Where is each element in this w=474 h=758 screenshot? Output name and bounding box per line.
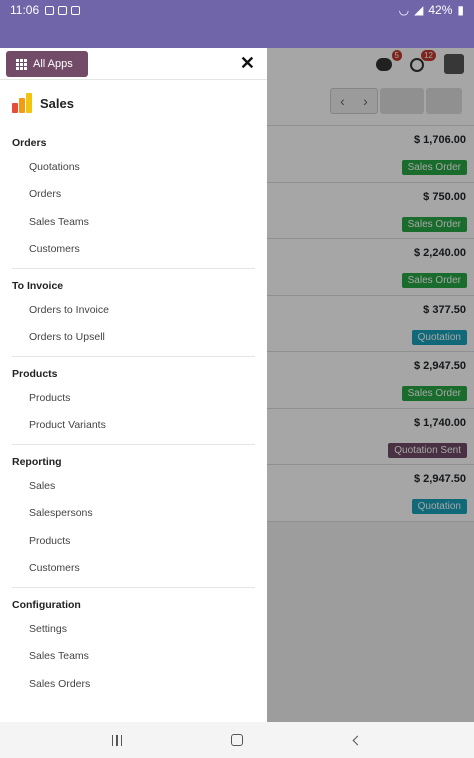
notification-icons	[45, 5, 81, 15]
section-title: To Invoice	[12, 280, 64, 292]
app-header: Sales	[0, 80, 267, 126]
menu-section: Orders Quotations Orders Sales Teams Custome…	[12, 126, 255, 269]
signal-icon: ◢	[414, 3, 424, 17]
section-title: Orders	[12, 137, 47, 149]
home-icon	[231, 734, 243, 746]
sales-app-icon	[12, 93, 32, 113]
all-apps-button[interactable]: All Apps	[6, 51, 88, 77]
menu-section: Configuration Settings Sales Teams Sales Or…	[12, 588, 255, 703]
section-title: Configuration	[12, 599, 81, 611]
all-apps-label: All Apps	[33, 58, 73, 70]
menu-section: Reporting Sales Salespersons Products Custom…	[12, 445, 255, 588]
menu-item[interactable]: Customers	[12, 236, 255, 264]
system-nav-bar	[0, 722, 474, 758]
status-right: ◡ ◢ 42% ▮	[399, 3, 464, 17]
home-button[interactable]	[222, 730, 252, 750]
menu-item[interactable]: Sales Orders	[12, 670, 255, 698]
back-button[interactable]	[342, 730, 372, 750]
menu-item[interactable]: Salespersons	[12, 500, 255, 528]
menu-item[interactable]: Settings	[12, 615, 255, 643]
menu-item[interactable]: Orders	[12, 181, 255, 209]
app-top-bar	[0, 20, 474, 48]
menu-item[interactable]: Products	[12, 527, 255, 555]
back-icon	[352, 735, 362, 745]
drawer-header: All Apps ✕	[0, 48, 267, 80]
menu-item[interactable]: Product Variants	[12, 412, 255, 440]
status-time: 11:06	[10, 3, 40, 17]
wifi-icon: ◡	[398, 3, 410, 17]
app-menu-drawer: All Apps ✕ Sales Orders Quotations Orders S…	[0, 48, 267, 722]
menu-item[interactable]: Sales	[12, 472, 255, 500]
menu-item[interactable]: Orders to Invoice	[12, 296, 255, 324]
menu-item[interactable]: Sales Teams	[12, 643, 255, 671]
app-name: Sales	[40, 95, 74, 111]
grid-icon	[16, 58, 27, 70]
close-icon[interactable]: ✕	[240, 54, 255, 72]
menu-item[interactable]: Customers	[12, 555, 255, 583]
section-title: Products	[12, 368, 58, 380]
section-title: Reporting	[12, 456, 62, 468]
menu-item[interactable]: Quotations	[12, 153, 255, 181]
menu-section: To Invoice Orders to Invoice Orders to Ups…	[12, 269, 255, 357]
menu-sections: Orders Quotations Orders Sales Teams Custome…	[0, 126, 267, 703]
menu-item[interactable]: Products	[12, 384, 255, 412]
menu-item[interactable]: Sales Teams	[12, 208, 255, 236]
recents-button[interactable]	[102, 730, 132, 750]
battery-level: 42%	[428, 3, 453, 17]
menu-section: Products Products Product Variants	[12, 357, 255, 445]
battery-icon: ▮	[457, 3, 464, 17]
menu-item[interactable]: Orders to Upsell	[12, 324, 255, 352]
recents-icon	[111, 734, 123, 746]
status-bar: 11:06 ◡ ◢ 42% ▮	[0, 0, 474, 20]
